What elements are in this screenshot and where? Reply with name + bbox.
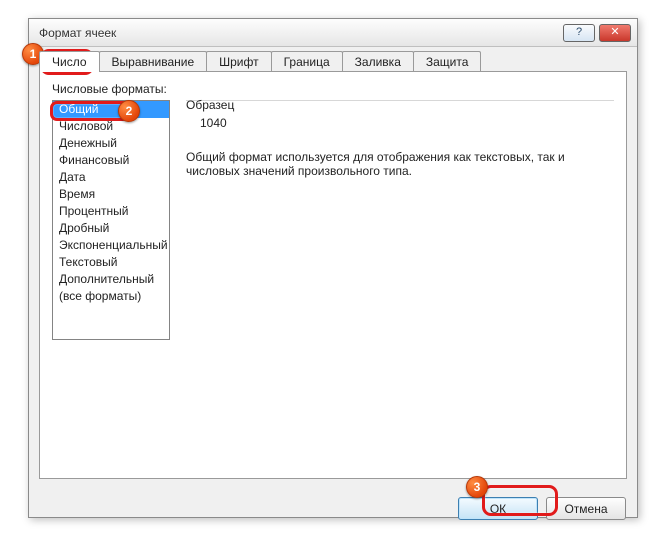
list-item[interactable]: Процентный	[53, 203, 169, 220]
window-title: Формат ячеек	[39, 26, 559, 40]
tab-fill[interactable]: Заливка	[342, 51, 414, 72]
category-list-label: Числовые форматы:	[52, 82, 614, 96]
ok-button-label: ОК	[490, 502, 506, 516]
sample-group: Образец 1040	[186, 100, 614, 140]
format-cells-dialog: Формат ячеек ? ✕ Число Выравнивание Шриф…	[28, 18, 638, 518]
tab-alignment[interactable]: Выравнивание	[99, 51, 208, 72]
list-item[interactable]: Дата	[53, 169, 169, 186]
list-item[interactable]: Денежный	[53, 135, 169, 152]
tab-font[interactable]: Шрифт	[206, 51, 271, 72]
tab-protection[interactable]: Защита	[413, 51, 482, 72]
tab-border[interactable]: Граница	[271, 51, 343, 72]
sample-caption: Образец	[186, 98, 614, 112]
cancel-button[interactable]: Отмена	[546, 497, 626, 520]
list-item[interactable]: (все форматы)	[53, 288, 169, 305]
close-icon: ✕	[610, 27, 619, 38]
tab-strip: Число Выравнивание Шрифт Граница Заливка…	[39, 47, 627, 71]
tab-number[interactable]: Число	[39, 51, 100, 72]
help-button[interactable]: ?	[563, 24, 595, 42]
list-item[interactable]: Время	[53, 186, 169, 203]
dialog-button-row: ОК Отмена	[458, 497, 626, 520]
list-item[interactable]: Экспоненциальный	[53, 237, 169, 254]
format-details: Образец 1040 Общий формат используется д…	[186, 100, 614, 178]
list-item[interactable]: Общий	[53, 101, 169, 118]
format-description: Общий формат используется для отображени…	[186, 150, 614, 178]
list-item[interactable]: Числовой	[53, 118, 169, 135]
cancel-button-label: Отмена	[564, 502, 607, 516]
question-icon: ?	[576, 27, 582, 38]
close-button[interactable]: ✕	[599, 24, 631, 42]
list-item[interactable]: Дробный	[53, 220, 169, 237]
dialog-body: Число Выравнивание Шрифт Граница Заливка…	[39, 47, 627, 507]
tab-panel-number: Числовые форматы: Общий Числовой Денежны…	[39, 71, 627, 479]
category-listbox[interactable]: Общий Числовой Денежный Финансовый Дата …	[52, 100, 170, 340]
list-item[interactable]: Дополнительный	[53, 271, 169, 288]
list-item[interactable]: Текстовый	[53, 254, 169, 271]
sample-value: 1040	[186, 114, 614, 134]
ok-button[interactable]: ОК	[458, 497, 538, 520]
titlebar: Формат ячеек ? ✕	[29, 19, 637, 47]
list-item[interactable]: Финансовый	[53, 152, 169, 169]
